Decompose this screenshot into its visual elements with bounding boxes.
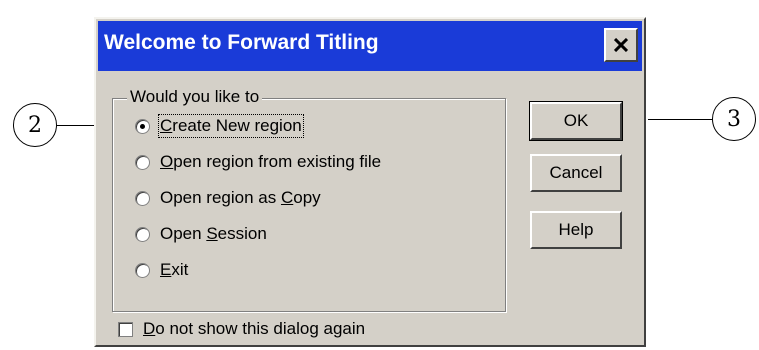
radio-label: Create New region [158, 114, 304, 138]
group-label: Would you like to [127, 87, 263, 107]
close-icon [614, 38, 628, 52]
callout-2-label: 2 [28, 112, 42, 138]
radio-label: Open region from existing file [160, 152, 382, 171]
dont-show-again-row[interactable]: Do not show this dialog again [118, 319, 365, 339]
radio-open-as-copy[interactable]: Open region as Copy [135, 185, 321, 211]
cancel-button[interactable]: Cancel [530, 154, 622, 192]
callout-3: 3 [712, 97, 756, 141]
dont-show-again-checkbox[interactable] [118, 321, 133, 337]
help-button[interactable]: Help [530, 211, 622, 249]
radio-button[interactable] [135, 154, 150, 170]
radio-button[interactable] [135, 262, 150, 278]
callout-2: 2 [13, 103, 57, 147]
radio-open-session[interactable]: Open Session [135, 221, 267, 247]
radio-button[interactable] [135, 190, 150, 206]
radio-label: Open Session [160, 224, 267, 243]
radio-label: Exit [160, 260, 189, 279]
radio-button[interactable] [135, 226, 150, 242]
dont-show-again-label: Do not show this dialog again [143, 319, 366, 338]
radio-button[interactable] [135, 118, 150, 134]
radio-create-new-region[interactable]: Create New region [135, 113, 304, 139]
callout-3-label: 3 [727, 106, 741, 132]
radio-open-from-file[interactable]: Open region from existing file [135, 149, 381, 175]
radio-label: Open region as Copy [160, 188, 321, 207]
close-button[interactable] [604, 28, 638, 62]
title-bar: Welcome to Forward Titling [98, 21, 642, 71]
ok-button[interactable]: OK [529, 101, 623, 141]
dialog-title: Welcome to Forward Titling [104, 31, 379, 54]
callout-3-leader [648, 119, 712, 120]
options-group: Would you like to Create New region Open… [112, 87, 506, 312]
radio-exit[interactable]: Exit [135, 257, 188, 283]
welcome-dialog: Welcome to Forward Titling Would you lik… [94, 17, 646, 347]
